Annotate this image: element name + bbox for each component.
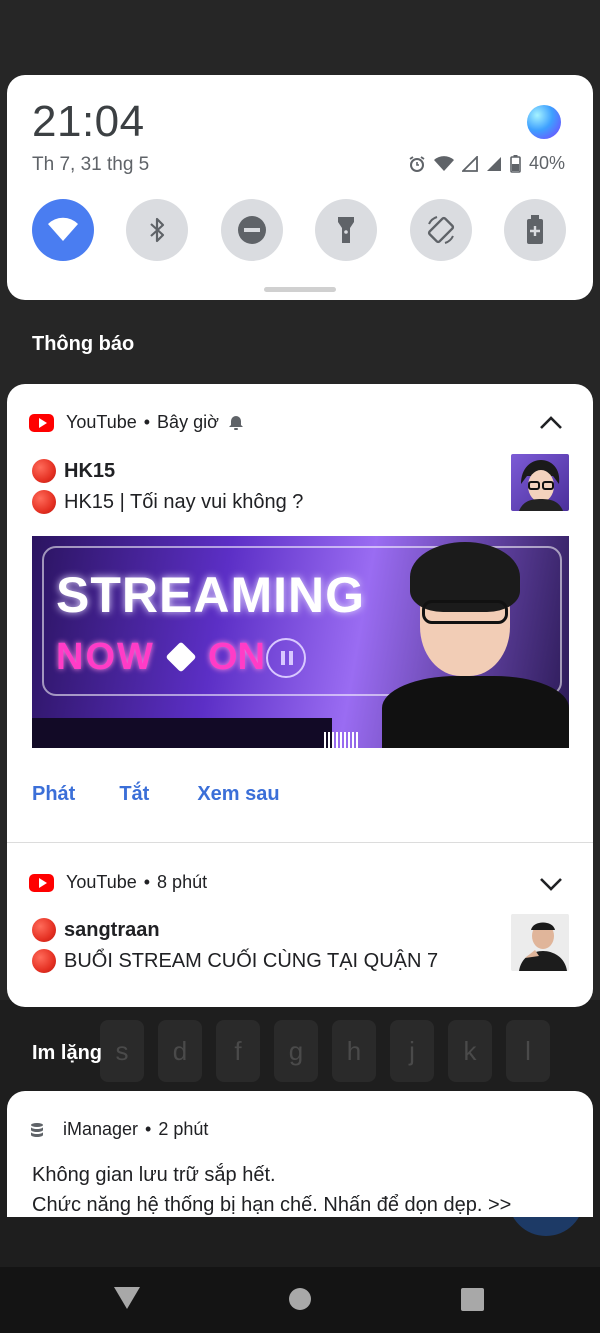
red-circle-icon — [32, 490, 56, 514]
app-name: YouTube — [66, 872, 137, 892]
notification-text: HK15 | Tối nay vui không ? — [64, 490, 304, 513]
key: j — [390, 1020, 434, 1082]
notification-title-row: sangtraan — [32, 918, 160, 942]
notification-actions: Phát Tắt Xem sau — [32, 783, 324, 806]
notifications-section-title: Thông báo — [32, 333, 135, 355]
channel-avatar — [511, 914, 569, 971]
notification-youtube-sangtraan[interactable]: YouTube • 8 phút sangtraan BUỔI STREAM C… — [7, 843, 593, 1007]
recents-icon[interactable] — [461, 1288, 484, 1311]
notification-header: YouTube • 8 phút — [29, 872, 207, 893]
play-action-button[interactable]: Phát — [32, 783, 75, 806]
key: f — [216, 1020, 260, 1082]
navigation-bar — [0, 1267, 600, 1333]
imanager-icon — [31, 1122, 43, 1137]
wifi-tile[interactable] — [32, 199, 94, 261]
status-icons: 40% — [408, 153, 565, 174]
wifi-icon — [48, 217, 78, 241]
separator: • — [143, 872, 151, 892]
stream-banner-image[interactable]: STREAMING NOW ON — [32, 536, 569, 748]
separator: • — [145, 1119, 152, 1139]
banner-streaming-text: STREAMING — [56, 567, 365, 623]
notification-text-row: BUỔI STREAM CUỐI CÙNG TẠI QUẬN 7 — [32, 949, 438, 973]
watch-later-action-button[interactable]: Xem sau — [197, 783, 279, 806]
key: l — [506, 1020, 550, 1082]
notification-header: YouTube • Bây giờ — [29, 412, 244, 433]
bell-icon — [228, 415, 243, 430]
collapse-icon[interactable] — [539, 416, 563, 430]
signal-icon — [486, 156, 501, 171]
separator: • — [143, 412, 151, 432]
notification-header: iManager • 2 phút — [29, 1119, 208, 1140]
key: k — [448, 1020, 492, 1082]
bluetooth-tile[interactable] — [126, 199, 189, 261]
pause-icon — [266, 638, 306, 678]
clock[interactable]: 21:04 — [32, 97, 145, 147]
key: s — [100, 1020, 144, 1082]
notification-text: Chức năng hệ thống bị hạn chế. Nhấn để d… — [32, 1194, 512, 1216]
notification-imanager[interactable]: iManager • 2 phút Không gian lưu trữ sắp… — [7, 1091, 593, 1217]
red-circle-icon — [32, 918, 56, 942]
notification-text: BUỔI STREAM CUỐI CÙNG TẠI QUẬN 7 — [64, 949, 439, 972]
notification-time: 2 phút — [158, 1119, 209, 1139]
channel-avatar — [511, 454, 569, 511]
back-icon[interactable] — [114, 1287, 140, 1309]
youtube-icon — [29, 873, 54, 892]
dnd-icon — [237, 216, 266, 244]
barcode-graphic — [324, 732, 360, 748]
battery-saver-tile[interactable] — [503, 199, 566, 261]
key: d — [158, 1020, 202, 1082]
banner-now-text: NOW — [56, 636, 155, 678]
date: Th 7, 31 thg 5 — [32, 154, 150, 175]
drag-handle[interactable] — [264, 287, 336, 292]
battery-percent: 40% — [528, 153, 565, 173]
turn-off-action-button[interactable]: Tắt — [119, 783, 149, 806]
home-icon[interactable] — [289, 1288, 311, 1310]
notification-title-row: HK15 — [32, 459, 115, 483]
alarm-icon — [409, 155, 425, 172]
red-circle-icon — [32, 949, 56, 973]
auto-rotate-icon — [427, 216, 454, 244]
notification-title: HK15 — [64, 459, 116, 482]
quick-settings-panel: 21:04 Th 7, 31 thg 5 40% — [7, 75, 593, 300]
key: g — [274, 1020, 318, 1082]
notification-time: 8 phút — [157, 872, 208, 892]
assistant-icon[interactable] — [527, 105, 561, 139]
dnd-tile[interactable] — [220, 199, 283, 261]
flashlight-tile[interactable] — [315, 199, 378, 261]
key: h — [332, 1020, 376, 1082]
expand-icon[interactable] — [539, 877, 563, 891]
notification-youtube-hk15[interactable]: YouTube • Bây giờ HK15 HK15 | Tối nay vu… — [7, 384, 593, 842]
red-circle-icon — [32, 459, 56, 483]
bluetooth-icon — [150, 217, 165, 243]
app-name: YouTube — [66, 412, 137, 432]
battery-saver-icon — [526, 215, 543, 244]
signal-empty-icon — [461, 155, 478, 172]
banner-on-text: ON — [208, 636, 265, 678]
notification-title: sangtraan — [64, 918, 160, 941]
battery-icon — [510, 154, 521, 173]
silent-section-title: Im lặng — [32, 1042, 103, 1064]
quick-tiles — [32, 199, 566, 261]
wifi-status-icon — [433, 155, 454, 171]
streamer-photo — [382, 536, 569, 748]
flashlight-icon — [338, 217, 355, 243]
notification-text-row: HK15 | Tối nay vui không ? — [32, 490, 303, 514]
auto-rotate-tile[interactable] — [409, 199, 472, 261]
youtube-icon — [29, 413, 54, 432]
app-name: iManager — [63, 1119, 139, 1139]
notification-time: Bây giờ — [157, 412, 219, 432]
notification-title: Không gian lưu trữ sắp hết. — [32, 1164, 276, 1186]
